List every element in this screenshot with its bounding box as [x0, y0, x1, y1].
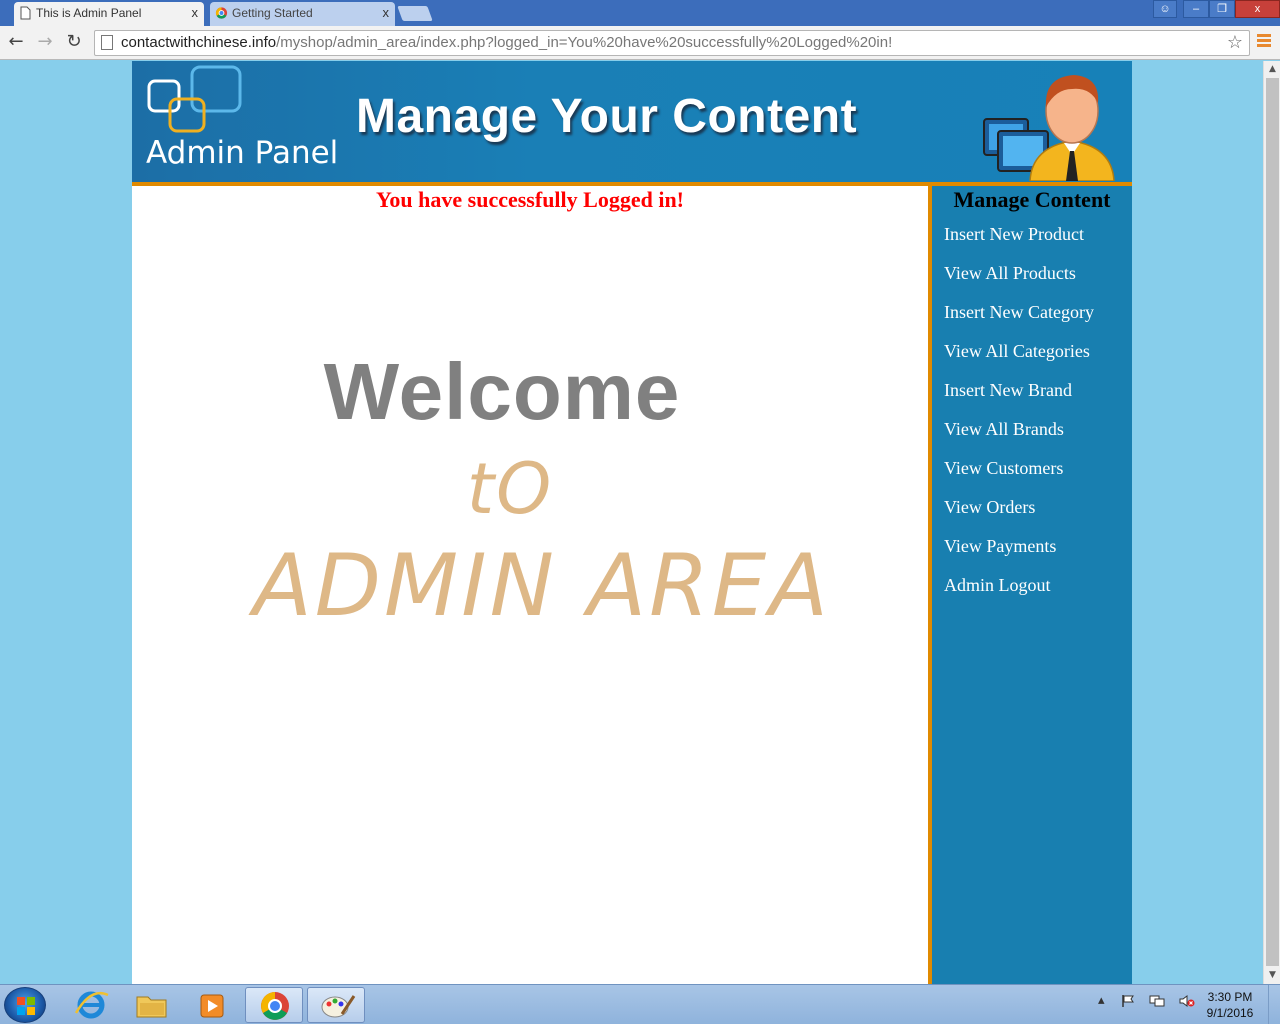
sidebar-item-insert-new-brand[interactable]: Insert New Brand — [944, 379, 1094, 418]
internet-explorer-icon — [74, 991, 109, 1019]
sidebar-item-view-customers[interactable]: View Customers — [944, 457, 1094, 496]
bookmark-star-icon[interactable]: ☆ — [1227, 32, 1243, 53]
system-tray: ▴ — [1098, 993, 1195, 1017]
scroll-up-arrow-icon[interactable]: ▲ — [1264, 61, 1280, 78]
minimize-button[interactable]: – — [1183, 0, 1209, 18]
taskbar-media-player[interactable] — [183, 987, 241, 1023]
sidebar-item-view-all-categories[interactable]: View All Categories — [944, 340, 1094, 379]
tab-close-icon[interactable]: x — [192, 2, 199, 24]
taskbar-chrome[interactable] — [245, 987, 303, 1023]
taskbar-internet-explorer[interactable] — [62, 987, 120, 1023]
new-tab-button[interactable] — [397, 6, 433, 21]
show-hidden-icons-icon[interactable]: ▴ — [1098, 993, 1105, 1008]
back-button[interactable]: ← — [5, 31, 27, 53]
browser-menu-icon[interactable] — [1257, 34, 1271, 50]
sidebar-item-view-all-brands[interactable]: View All Brands — [944, 418, 1094, 457]
media-player-icon — [200, 994, 224, 1018]
windows-logo-icon — [17, 997, 35, 1015]
tab-getting-started[interactable]: Getting Started x — [210, 2, 395, 26]
clock-time: 3:30 PM — [1207, 990, 1253, 1004]
tab-title: This is Admin Panel — [36, 6, 142, 20]
browser-tab-bar: This is Admin Panel x Getting Started x … — [0, 0, 1280, 26]
welcome-to-text: tO — [466, 448, 554, 530]
admin-user-icon — [983, 75, 1115, 181]
url-path: /myshop/admin_area/index.php?logged_in=Y… — [276, 34, 893, 51]
maximize-button[interactable]: ❐ — [1209, 0, 1235, 18]
action-center-flag-icon[interactable] — [1121, 994, 1135, 1008]
volume-muted-icon[interactable] — [1179, 994, 1195, 1008]
sidebar-item-view-all-products[interactable]: View All Products — [944, 262, 1094, 301]
taskbar: ▴ 3:30 PM 9/1/2016 — [0, 984, 1280, 1024]
chrome-icon — [261, 992, 289, 1020]
tab-title: Getting Started — [232, 6, 313, 20]
sidebar-item-view-orders[interactable]: View Orders — [944, 496, 1094, 535]
paint-icon — [321, 995, 356, 1018]
chrome-icon — [215, 7, 228, 19]
close-window-button[interactable]: x — [1235, 0, 1280, 18]
sidebar-item-view-payments[interactable]: View Payments — [944, 535, 1094, 574]
sidebar-item-admin-logout[interactable]: Admin Logout — [944, 574, 1094, 613]
network-icon[interactable] — [1149, 994, 1165, 1008]
sidebar: Manage Content Insert New Product View A… — [932, 186, 1132, 984]
page-scrollbar[interactable]: ▲ ▼ — [1263, 61, 1280, 984]
folder-icon — [136, 996, 167, 1018]
page-icon — [101, 35, 113, 50]
taskbar-file-explorer[interactable] — [122, 987, 180, 1023]
page-icon — [20, 6, 31, 20]
tab-admin-panel[interactable]: This is Admin Panel x — [14, 2, 204, 26]
scroll-thumb[interactable] — [1266, 78, 1279, 966]
sidebar-item-insert-new-product[interactable]: Insert New Product — [944, 223, 1094, 262]
scroll-down-arrow-icon[interactable]: ▼ — [1264, 967, 1280, 984]
admin-page: Admin Panel Manage Your Content You have… — [132, 61, 1132, 984]
url-host: contactwithchinese.info — [121, 34, 277, 51]
system-clock[interactable]: 3:30 PM 9/1/2016 — [1195, 989, 1265, 1021]
clock-date: 9/1/2016 — [1206, 1006, 1254, 1020]
show-desktop-button[interactable] — [1268, 985, 1280, 1024]
profile-button[interactable]: ☺ — [1153, 0, 1177, 18]
sidebar-title: Manage Content — [953, 187, 1111, 212]
tab-close-icon[interactable]: x — [383, 2, 390, 24]
page-header: Admin Panel Manage Your Content — [132, 61, 1132, 182]
url-text[interactable]: contactwithchinese.info/myshop/admin_are… — [121, 33, 892, 53]
address-bar[interactable]: contactwithchinese.info/myshop/admin_are… — [94, 30, 1250, 56]
reload-button[interactable]: ↻ — [63, 31, 85, 53]
welcome-heading: Welcome — [323, 347, 681, 436]
browser-toolbar: ← → ↻ contactwithchinese.info/myshop/adm… — [0, 26, 1280, 60]
login-success-message: You have successfully Logged in! — [375, 187, 685, 212]
taskbar-paint[interactable] — [307, 987, 365, 1023]
admin-area-heading: ADMIN AREA — [252, 536, 832, 636]
header-title: Manage Your Content — [356, 90, 858, 143]
sidebar-menu: Insert New Product View All Products Ins… — [944, 223, 1094, 613]
forward-button[interactable]: → — [34, 31, 56, 53]
logo-text: Admin Panel — [146, 135, 339, 171]
sidebar-item-insert-new-category[interactable]: Insert New Category — [944, 301, 1094, 340]
main-content: You have successfully Logged in! Welcome… — [132, 186, 928, 984]
start-button[interactable] — [4, 987, 46, 1023]
